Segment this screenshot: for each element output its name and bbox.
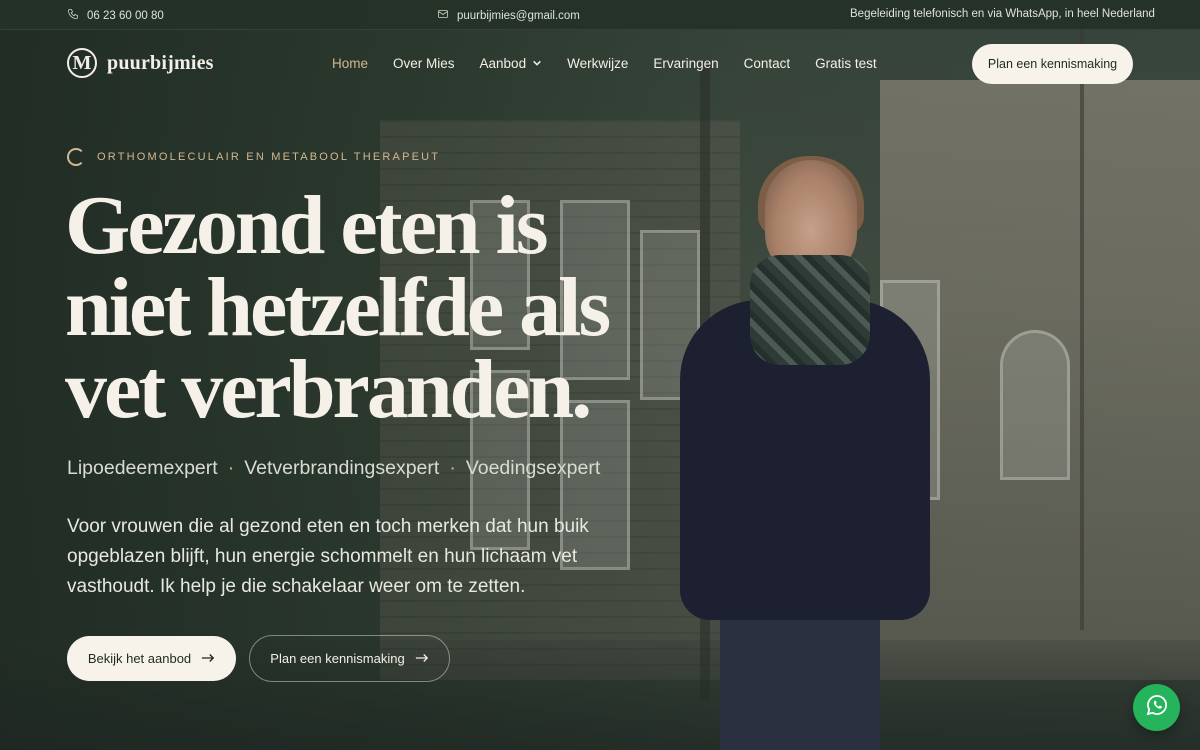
top-bar: 06 23 60 00 80 puurbijmies@gmail.com Beg…	[0, 0, 1200, 30]
hero-portrait	[680, 156, 940, 750]
plan-kennismaking-hero-button[interactable]: Plan een kennismaking	[249, 635, 450, 682]
nav-item-werkwijze[interactable]: Werkwijze	[567, 56, 628, 71]
logo-text: puurbijmies	[107, 51, 214, 74]
nav-item-ervaringen[interactable]: Ervaringen	[653, 56, 718, 71]
specialty-separator: ·	[227, 457, 235, 479]
topbar-note-text: Begeleiding telefonisch en via WhatsApp,…	[850, 8, 1155, 20]
hero-headline-line: niet hetzelfde als	[65, 261, 611, 354]
whatsapp-chat-button[interactable]	[1133, 684, 1180, 731]
plan-kennismaking-label: Plan een kennismaking	[270, 651, 405, 666]
plan-kennismaking-nav-button[interactable]: Plan een kennismaking	[972, 44, 1133, 84]
background-window	[1000, 330, 1070, 480]
chevron-down-icon	[532, 56, 542, 71]
ring-icon	[67, 148, 85, 166]
topbar-phone-link[interactable]: 06 23 60 00 80	[67, 8, 164, 23]
hero-headline: Gezond eten is niet hetzelfde als vet ve…	[65, 179, 665, 436]
arrow-right-icon	[201, 651, 215, 666]
bekijk-aanbod-button[interactable]: Bekijk het aanbod	[67, 636, 236, 681]
hero-eyebrow-text: ORTHOMOLECULAIR EN METABOOL THERAPEUT	[97, 151, 441, 163]
nav-item-gratis-test[interactable]: Gratis test	[815, 56, 877, 71]
nav-item-contact[interactable]: Contact	[744, 56, 791, 71]
specialty-separator: ·	[449, 457, 456, 479]
site-logo[interactable]: M puurbijmies	[67, 48, 214, 78]
nav-item-aanbod[interactable]: Aanbod	[480, 56, 543, 71]
arrow-right-icon	[415, 651, 429, 666]
phone-icon	[67, 8, 79, 23]
nav-item-aanbod-label: Aanbod	[479, 56, 527, 71]
specialty-item: Voedingsexpert	[465, 457, 601, 479]
topbar-note: Begeleiding telefonisch en via WhatsApp,…	[850, 8, 1155, 20]
bekijk-aanbod-label: Bekijk het aanbod	[87, 651, 192, 666]
background-tree	[1080, 30, 1084, 630]
topbar-email-link[interactable]: puurbijmies@gmail.com	[437, 8, 580, 23]
mail-icon	[437, 8, 449, 23]
specialty-item: Lipoedeemexpert	[67, 457, 218, 479]
specialty-item: Vetverbrandingsexpert	[244, 457, 440, 479]
main-navigation: M puurbijmies Home Over Mies Aanbod Werk…	[0, 30, 1200, 98]
topbar-phone: 06 23 60 00 80	[87, 9, 164, 22]
hero-intro: Voor vrouwen die al gezond eten en toch …	[67, 516, 589, 597]
nav-item-over-mies[interactable]: Over Mies	[393, 56, 455, 71]
hero-headline-line: Gezond eten is	[65, 179, 549, 272]
nav-menu: Home Over Mies Aanbod Werkwijze Ervaring…	[332, 56, 877, 71]
logo-mark: M	[67, 48, 97, 78]
nav-item-home[interactable]: Home	[332, 56, 368, 71]
hero-specialties: Lipoedeemexpert · Vetverbrandingsexpert …	[67, 457, 600, 480]
hero-headline-line: vet verbranden.	[65, 343, 592, 436]
whatsapp-icon	[1145, 693, 1169, 722]
hero-eyebrow: ORTHOMOLECULAIR EN METABOOL THERAPEUT	[67, 148, 440, 166]
topbar-email: puurbijmies@gmail.com	[457, 9, 580, 22]
